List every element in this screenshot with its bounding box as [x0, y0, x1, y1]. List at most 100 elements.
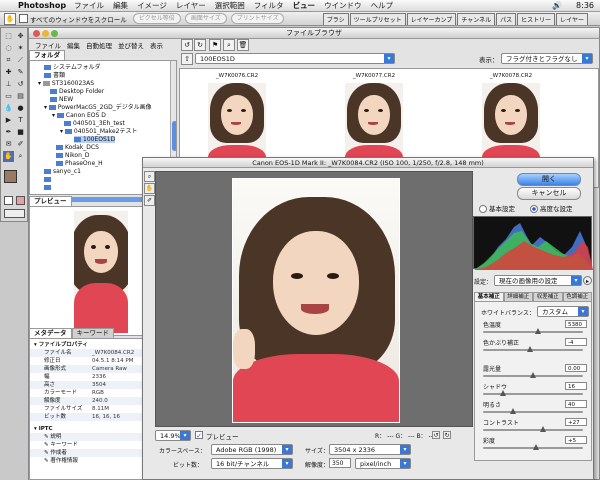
- preview-checkbox[interactable]: ✓: [195, 431, 203, 440]
- menu-edit[interactable]: 編集: [113, 0, 128, 11]
- fb-menu-view[interactable]: 表示: [150, 40, 163, 50]
- slider-track[interactable]: [483, 393, 583, 395]
- shape-tool-icon[interactable]: ■: [15, 127, 26, 138]
- slider-knob[interactable]: [530, 372, 536, 378]
- tree-item[interactable]: ▾ Canon EOS D: [52, 112, 106, 119]
- hand-tool-icon[interactable]: ✋: [3, 151, 14, 162]
- pen-tool-icon[interactable]: ✒: [3, 127, 14, 138]
- location-select[interactable]: 100EOS1D ▾: [195, 53, 395, 64]
- tree-item[interactable]: sanyo_c1: [44, 168, 81, 175]
- slider-knob[interactable]: [540, 426, 546, 432]
- advanced-mode-radio[interactable]: 高度な設定: [530, 203, 573, 213]
- well-layer-comps[interactable]: レイヤーカンプ: [406, 13, 457, 25]
- slider-value-input[interactable]: -4: [565, 338, 587, 346]
- path-select-icon[interactable]: ▶: [3, 115, 14, 126]
- fit-screen-button[interactable]: 画面サイズ: [184, 13, 227, 24]
- well-channels[interactable]: チャンネル: [457, 13, 496, 25]
- tab-folders[interactable]: フォルダ: [29, 50, 65, 60]
- up-folder-icon[interactable]: ⇧: [181, 53, 193, 65]
- healing-tool-icon[interactable]: ✚: [3, 67, 14, 78]
- stamp-tool-icon[interactable]: ⊥: [3, 79, 14, 90]
- foreground-color-swatch[interactable]: [4, 170, 17, 183]
- tree-item[interactable]: Kodak_DCS: [56, 144, 99, 151]
- fb-menu-sort[interactable]: 並び替え: [118, 40, 144, 50]
- raw-preview-canvas[interactable]: [155, 171, 473, 427]
- slider-knob[interactable]: [535, 328, 541, 334]
- tab-calibrate[interactable]: 色調補正: [562, 292, 592, 301]
- slider-value-input[interactable]: +27: [565, 418, 587, 426]
- minimize-icon[interactable]: [42, 30, 49, 37]
- well-layers[interactable]: レイヤー: [556, 13, 588, 25]
- tab-preview[interactable]: プレビュー: [29, 196, 72, 206]
- volume-icon[interactable]: 🔊: [552, 1, 562, 10]
- tree-item[interactable]: Nikon_D: [56, 152, 90, 159]
- menu-select[interactable]: 選択範囲: [215, 0, 245, 11]
- tree-item[interactable]: PhaseOne_H: [56, 160, 103, 167]
- slider-value-input[interactable]: 16: [565, 382, 587, 390]
- cancel-button[interactable]: キャンセル: [517, 187, 581, 200]
- resolution-unit-select[interactable]: pixel/inch ▾: [355, 458, 411, 469]
- print-size-button[interactable]: プリントサイズ: [230, 13, 285, 24]
- tab-keywords[interactable]: キーワード: [71, 328, 114, 338]
- well-brushes[interactable]: ブラシ: [322, 13, 349, 25]
- zoom-tool-icon[interactable]: ⌕: [144, 171, 155, 182]
- rotate-cw-icon[interactable]: ↻: [443, 431, 451, 439]
- tree-item[interactable]: Desktop Folder: [50, 88, 104, 95]
- tab-adjust[interactable]: 基本補正: [474, 292, 504, 301]
- view-filter-select[interactable]: フラグ付きとフラグなし ▾: [501, 53, 593, 64]
- tree-item[interactable]: [44, 184, 53, 191]
- history-brush-icon[interactable]: ↺: [15, 79, 26, 90]
- menu-layer[interactable]: レイヤー: [176, 0, 206, 11]
- rotate-ccw-icon[interactable]: ↺: [432, 431, 440, 439]
- rotate-ccw-icon[interactable]: ↺: [181, 39, 193, 51]
- bit-depth-select[interactable]: 16 bit/チャンネル ▾: [211, 458, 293, 469]
- well-paths[interactable]: パス: [496, 13, 517, 25]
- search-icon[interactable]: ⌕: [223, 39, 235, 51]
- lasso-tool-icon[interactable]: ◌: [3, 43, 14, 54]
- menu-file[interactable]: ファイル: [74, 0, 104, 11]
- well-history[interactable]: ヒストリー: [517, 13, 556, 25]
- slider-track[interactable]: [483, 411, 583, 413]
- eyedropper-icon[interactable]: ✐: [15, 139, 26, 150]
- tree-item[interactable]: 040501_3Eh_test: [64, 120, 125, 127]
- marquee-tool-icon[interactable]: ⬚: [3, 31, 14, 42]
- menu-image[interactable]: イメージ: [137, 0, 167, 11]
- colorspace-select[interactable]: Adobe RGB (1998) ▾: [211, 444, 293, 455]
- tree-item[interactable]: ▾ PowerMacG5_2GD_デジタル画像: [44, 104, 152, 111]
- zoom-select[interactable]: 14.9% ▾: [155, 430, 191, 441]
- scroll-thumb[interactable]: [172, 121, 176, 151]
- thumbnail[interactable]: _W7K0077.CR2: [319, 69, 429, 169]
- scroll-all-checkbox[interactable]: [19, 14, 28, 23]
- slice-tool-icon[interactable]: ⟋: [15, 55, 26, 66]
- fb-menu-edit[interactable]: 編集: [67, 40, 80, 50]
- fb-menu-automate[interactable]: 自動処理: [86, 40, 112, 50]
- zoom-tool-icon[interactable]: ⌕: [15, 151, 26, 162]
- tree-item[interactable]: システムフォルダ: [44, 64, 100, 71]
- crop-tool-icon[interactable]: ⌗: [3, 55, 14, 66]
- quickmask-mode-icon[interactable]: [16, 196, 25, 205]
- tree-item[interactable]: NEW: [50, 96, 73, 103]
- tree-item[interactable]: ▾ 040501_Make2テスト: [60, 128, 137, 135]
- screen-mode-icon[interactable]: [4, 209, 25, 218]
- settings-select[interactable]: 現在の画像用の設定 ▾: [494, 275, 582, 286]
- size-select[interactable]: 3504 x 2336 ▾: [329, 444, 411, 455]
- tab-detail[interactable]: 詳細補正: [503, 292, 533, 301]
- tab-metadata[interactable]: メタデータ: [29, 328, 72, 338]
- tab-lens[interactable]: 収差補正: [533, 292, 563, 301]
- move-tool-icon[interactable]: ✥: [15, 31, 26, 42]
- thumbnail[interactable]: _W7K0078.CR2: [456, 69, 566, 169]
- app-menu[interactable]: Photoshop: [18, 1, 66, 10]
- brush-tool-icon[interactable]: ✎: [15, 67, 26, 78]
- fb-menu-file[interactable]: ファイル: [35, 40, 61, 50]
- well-tool-presets[interactable]: ツールプリセット: [349, 13, 406, 25]
- eraser-tool-icon[interactable]: ▭: [3, 91, 14, 102]
- basic-mode-radio[interactable]: 基本設定: [479, 203, 515, 213]
- slider-value-input[interactable]: 40: [565, 400, 587, 408]
- clock[interactable]: 8:36: [576, 1, 594, 10]
- zoom-icon[interactable]: [51, 30, 58, 37]
- hand-tool-icon[interactable]: ✋: [144, 183, 155, 194]
- slider-knob[interactable]: [533, 444, 539, 450]
- close-icon[interactable]: [33, 30, 40, 37]
- type-tool-icon[interactable]: T: [15, 115, 26, 126]
- menu-view[interactable]: ビュー: [293, 0, 316, 11]
